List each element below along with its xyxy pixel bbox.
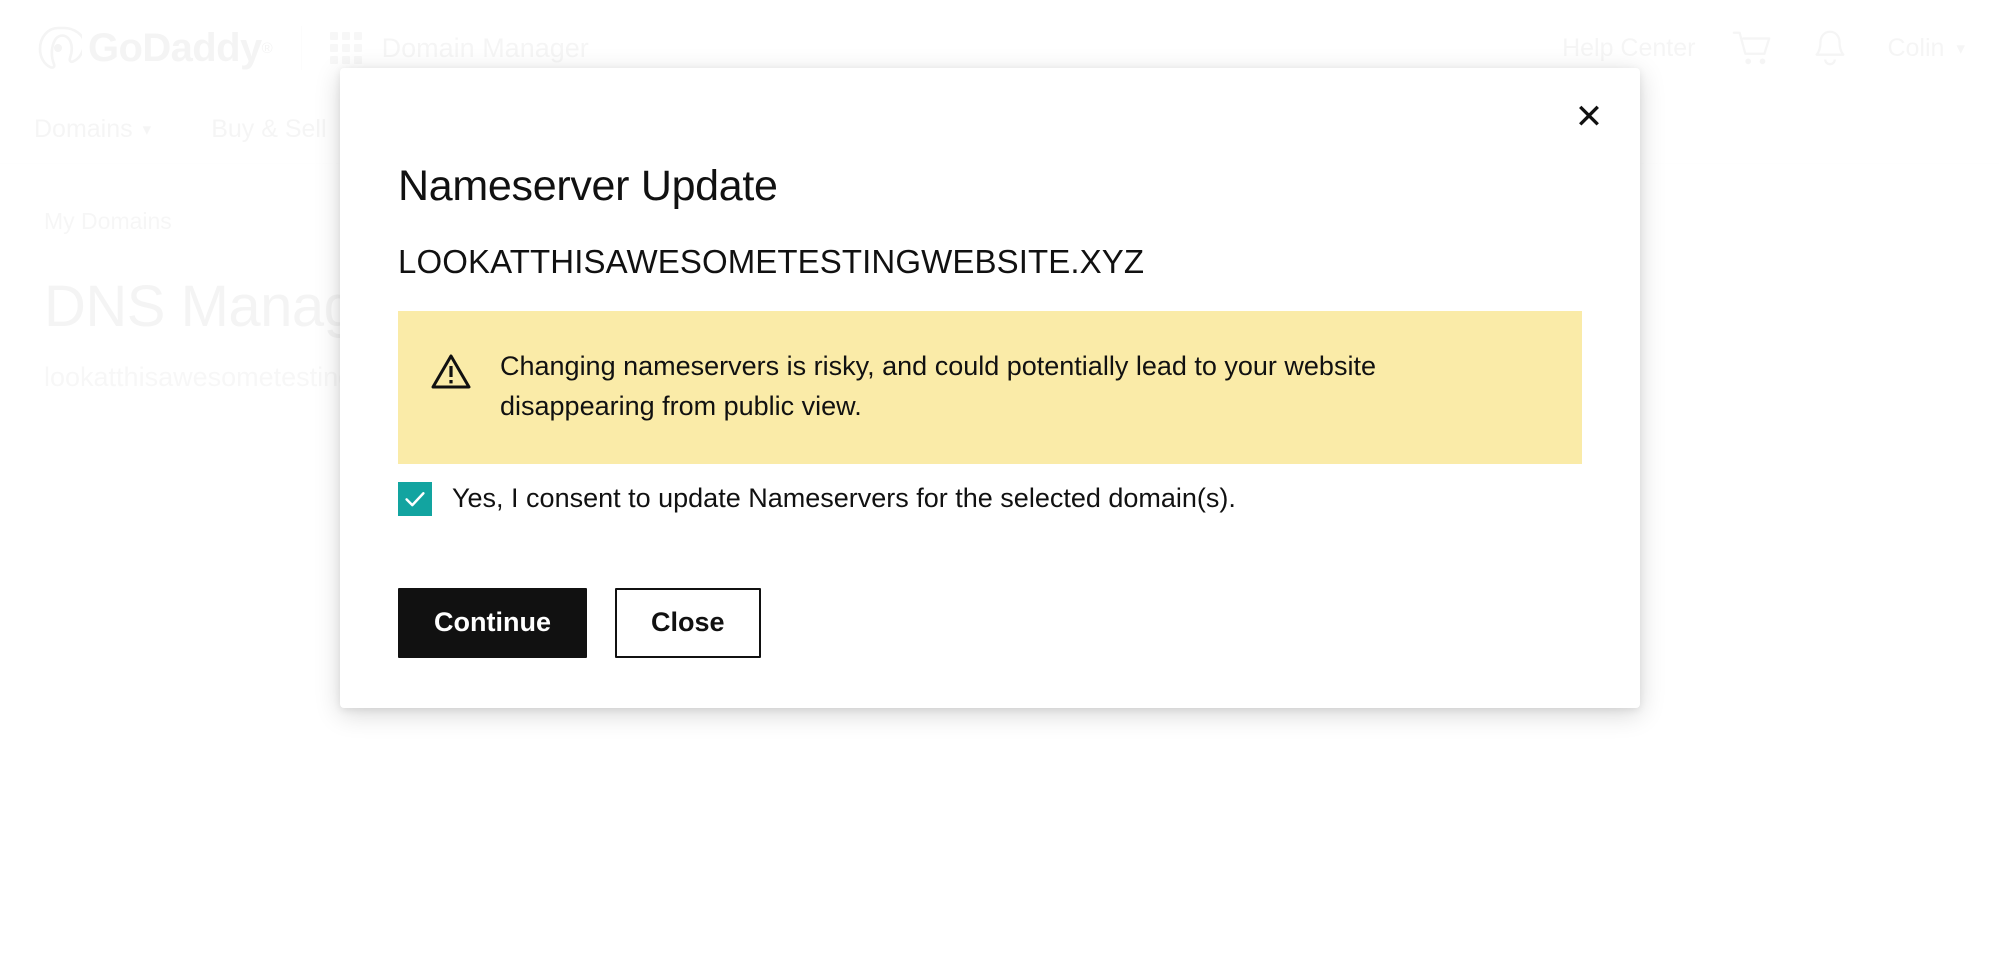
consent-label[interactable]: Yes, I consent to update Nameservers for… [452, 483, 1236, 514]
nameserver-update-modal: ✕ Nameserver Update LOOKATTHISAWESOMETES… [340, 68, 1640, 708]
modal-actions: Continue Close [398, 587, 1582, 658]
modal-title: Nameserver Update [398, 162, 778, 210]
close-icon[interactable]: ✕ [1560, 88, 1618, 146]
modal-domain-name: LOOKATTHISAWESOMETESTINGWEBSITE.XYZ [398, 243, 1145, 281]
warning-triangle-icon [430, 351, 472, 393]
consent-row: Yes, I consent to update Nameservers for… [398, 481, 1582, 516]
warning-banner: Changing nameservers is risky, and could… [398, 311, 1582, 464]
close-button[interactable]: Close [614, 587, 761, 658]
continue-button[interactable]: Continue [398, 587, 587, 658]
warning-text: Changing nameservers is risky, and could… [500, 351, 1376, 421]
modal-body: Nameserver Update LOOKATTHISAWESOMETESTI… [340, 68, 1640, 658]
consent-checkbox[interactable] [398, 481, 432, 516]
